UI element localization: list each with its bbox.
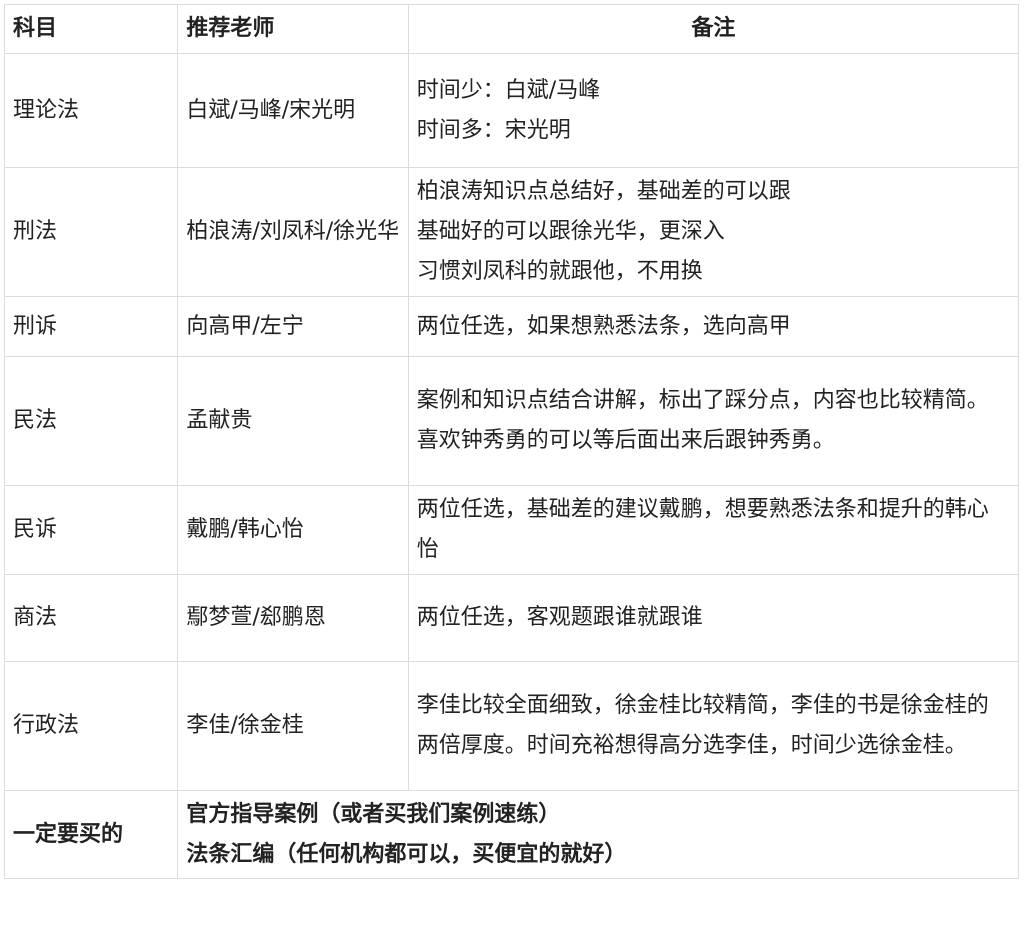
subject-cell: 理论法 (3, 53, 179, 168)
note-line: 时间多：宋光明 (416, 117, 571, 143)
table-row: 行政法 李佳/徐金桂 李佳比较全面细致，徐金桂比较精简，李佳的书是徐金桂的两倍厚… (3, 661, 1020, 791)
subject-cell: 行政法 (3, 661, 179, 791)
subject-cell: 民法 (3, 356, 179, 486)
must-buy-row: 一定要买的 官方指导案例（或者买我们案例速练） 法条汇编（任何机构都可以，买便宜… (3, 790, 1019, 879)
note-line: 习惯刘凤科的就跟他，不用换 (416, 259, 703, 284)
note-cell: 两位任选，客观题跟谁就跟谁 (407, 574, 1020, 662)
subject-cell: 民诉 (3, 485, 179, 575)
teacher-cell: 戴鹏/韩心怡 (177, 485, 409, 575)
subject-cell: 刑诉 (3, 296, 179, 357)
header-teacher: 推荐老师 (177, 4, 409, 54)
subject-cell: 商法 (3, 574, 179, 662)
note-line: 两位任选，如果想熟悉法条，选向高甲 (416, 313, 791, 339)
recommendation-table: 科目 推荐老师 备注 理论法 白斌/马峰/宋光明 时间少：白斌/马峰 时间多：宋… (3, 4, 1020, 879)
note-line: 李佳比较全面细致，徐金桂比较精简，李佳的书是徐金桂的两倍厚度。时间充裕想得高分选… (416, 693, 989, 758)
teacher-cell: 鄢梦萱/郄鹏恩 (177, 574, 409, 662)
must-buy-item: 官方指导案例（或者买我们案例速练） (186, 801, 561, 827)
teacher-cell: 柏浪涛/刘凤科/徐光华 (177, 167, 409, 297)
table-row: 理论法 白斌/马峰/宋光明 时间少：白斌/马峰 时间多：宋光明 (3, 53, 1020, 168)
note-line: 喜欢钟秀勇的可以等后面出来后跟钟秀勇。 (416, 428, 835, 453)
note-line: 柏浪涛知识点总结好，基础差的可以跟 (416, 179, 791, 204)
table-row: 刑法 柏浪涛/刘凤科/徐光华 柏浪涛知识点总结好，基础差的可以跟 基础好的可以跟… (3, 167, 1020, 297)
must-buy-item: 法条汇编（任何机构都可以，买便宜的就好） (186, 841, 627, 867)
table-row: 商法 鄢梦萱/郄鹏恩 两位任选，客观题跟谁就跟谁 (3, 574, 1020, 662)
header-subject: 科目 (3, 4, 179, 54)
header-note: 备注 (407, 4, 1020, 54)
note-cell: 两位任选，如果想熟悉法条，选向高甲 (407, 296, 1020, 357)
note-line: 时间少：白斌/马峰 (416, 77, 601, 103)
note-cell: 两位任选，基础差的建议戴鹏，想要熟悉法条和提升的韩心怡 (407, 485, 1020, 575)
note-line: 基础好的可以跟徐光华，更深入 (416, 219, 725, 244)
subject-cell: 刑法 (3, 167, 179, 297)
note-cell: 柏浪涛知识点总结好，基础差的可以跟 基础好的可以跟徐光华，更深入 习惯刘凤科的就… (407, 167, 1020, 297)
note-line: 案例和知识点结合讲解，标出了踩分点，内容也比较精简。 (416, 388, 989, 413)
note-cell: 李佳比较全面细致，徐金桂比较精简，李佳的书是徐金桂的两倍厚度。时间充裕想得高分选… (407, 661, 1020, 791)
table-header-row: 科目 推荐老师 备注 (3, 4, 1020, 54)
teacher-cell: 向高甲/左宁 (177, 296, 409, 357)
teacher-cell: 李佳/徐金桂 (177, 661, 409, 791)
note-line: 两位任选，客观题跟谁就跟谁 (416, 605, 703, 630)
note-line: 两位任选，基础差的建议戴鹏，想要熟悉法条和提升的韩心怡 (416, 497, 989, 562)
teacher-cell: 孟献贵 (177, 356, 409, 486)
table-row: 刑诉 向高甲/左宁 两位任选，如果想熟悉法条，选向高甲 (3, 296, 1020, 357)
table-row: 民诉 戴鹏/韩心怡 两位任选，基础差的建议戴鹏，想要熟悉法条和提升的韩心怡 (3, 485, 1020, 575)
table-row: 民法 孟献贵 案例和知识点结合讲解，标出了踩分点，内容也比较精简。 喜欢钟秀勇的… (3, 356, 1020, 486)
must-buy-items: 官方指导案例（或者买我们案例速练） 法条汇编（任何机构都可以，买便宜的就好） (177, 790, 1019, 879)
note-cell: 时间少：白斌/马峰 时间多：宋光明 (407, 53, 1020, 168)
must-buy-label: 一定要买的 (3, 790, 179, 879)
teacher-cell: 白斌/马峰/宋光明 (177, 53, 409, 168)
note-cell: 案例和知识点结合讲解，标出了踩分点，内容也比较精简。 喜欢钟秀勇的可以等后面出来… (407, 356, 1020, 486)
